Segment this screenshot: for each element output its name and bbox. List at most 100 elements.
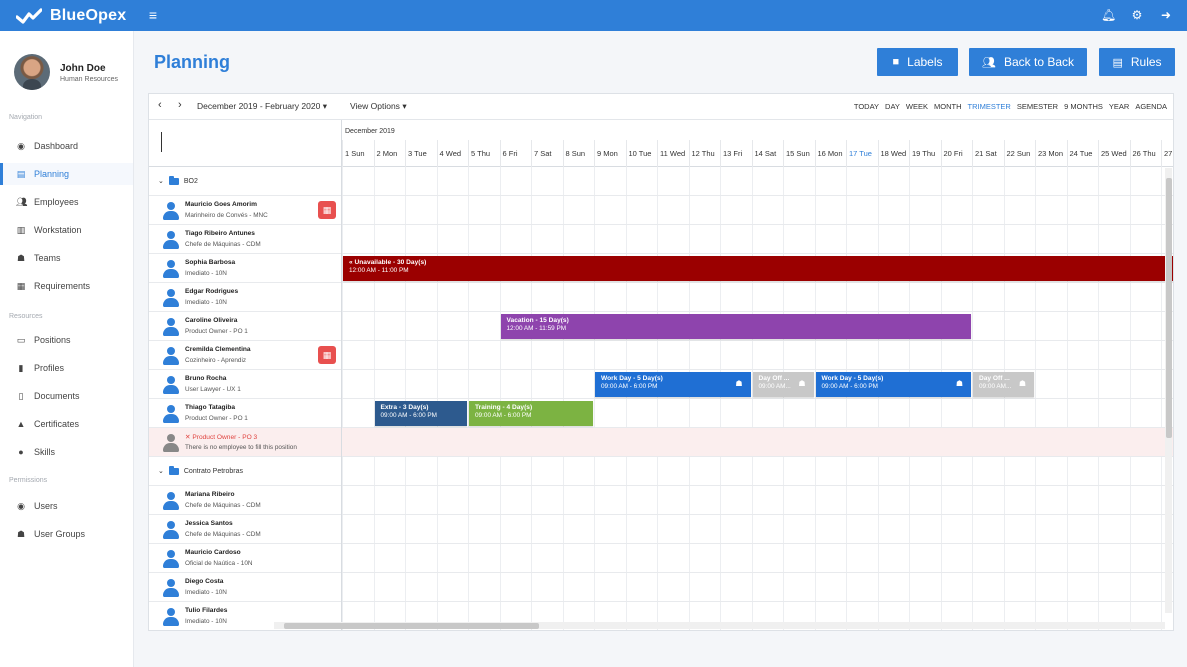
sidebar: John Doe Human Resources Navigation ◉ Dash…: [0, 31, 134, 667]
chevron-down-icon[interactable]: ⌄: [158, 467, 164, 475]
rules-button[interactable]: ▤ Rules: [1099, 48, 1175, 76]
sidebar-item-profiles[interactable]: ▮ Profiles: [0, 357, 133, 379]
group-header[interactable]: ⌄ Contrato Petrobras: [158, 465, 243, 475]
sidebar-item-user-groups[interactable]: ☗ User Groups: [0, 523, 133, 545]
timeline-row[interactable]: [342, 428, 1173, 457]
user-profile[interactable]: John Doe Human Resources: [14, 54, 129, 94]
employee-name: Edgar Rodrigues: [185, 288, 239, 295]
calendar-icon[interactable]: ▦: [318, 201, 336, 219]
schedule-event[interactable]: Extra - 3 Day(s) 09:00 AM - 6:00 PM: [374, 401, 467, 426]
timeline-row[interactable]: [342, 486, 1173, 515]
resource-row[interactable]: ✕ Product Owner - PO 3 There is no employ…: [149, 428, 341, 457]
day-header: 1 Sun 2 Mon 3 Tue 4 Wed 5 Thu 6 Fri 7 Sat 8 Sun…: [342, 140, 1173, 167]
person-icon: [162, 347, 180, 365]
schedule-event[interactable]: Work Day - 5 Day(s) 09:00 AM - 6:00 PM ☗: [595, 372, 751, 397]
resource-row[interactable]: Edgar Rodrigues Imediato - 10N: [149, 283, 341, 312]
sidebar-item-dashboard[interactable]: ◉ Dashboard: [0, 135, 133, 157]
resource-row[interactable]: Diego Costa Imediato - 10N: [149, 573, 341, 602]
day-header-cell: 4 Wed: [436, 140, 469, 167]
timeline-row[interactable]: [342, 196, 1173, 225]
timeline-row[interactable]: [342, 167, 1173, 196]
timeline-row[interactable]: [342, 225, 1173, 254]
day-header-cell: 20 Fri: [940, 140, 973, 167]
app-logo[interactable]: BlueOpex: [16, 5, 126, 27]
view-options-dropdown[interactable]: View Options ▾: [350, 101, 407, 112]
gear-icon[interactable]: ⚙: [1130, 7, 1144, 23]
nav-section-navigation: Navigation: [9, 114, 43, 121]
group-header[interactable]: ⌄ BO2: [158, 175, 198, 185]
menu-toggle-icon[interactable]: ≡: [146, 7, 160, 23]
prev-icon[interactable]: ‹: [158, 99, 162, 111]
sidebar-item-certificates[interactable]: ▲ Certificates: [0, 413, 133, 435]
sidebar-item-workstation[interactable]: ▥ Workstation: [0, 219, 133, 241]
sidebar-item-requirements[interactable]: ▦ Requirements: [0, 275, 133, 297]
timeline-row[interactable]: [342, 573, 1173, 602]
employee-role: There is no employee to fill this positi…: [185, 444, 297, 451]
view-trimester[interactable]: TRIMESTER: [968, 102, 1011, 111]
vertical-scrollbar[interactable]: [1165, 168, 1172, 613]
dashboard-icon: ◉: [17, 140, 25, 151]
sidebar-item-users[interactable]: ◉ Users: [0, 495, 133, 517]
view-today[interactable]: TODAY: [854, 102, 879, 111]
sidebar-item-skills[interactable]: ● Skills: [0, 441, 133, 463]
schedule-event[interactable]: Training - 4 Day(s) 09:00 AM - 6:00 PM: [469, 401, 593, 426]
timeline-row[interactable]: [342, 515, 1173, 544]
schedule-event[interactable]: Day Off ... 09:00 AM... ☗: [752, 372, 814, 397]
employee-role: Oficial de Naútica - 10N: [185, 560, 253, 567]
timeline-row[interactable]: [342, 283, 1173, 312]
teams-icon: ☗: [16, 252, 26, 263]
resource-row[interactable]: Bruno Rocha User Lawyer - UX 1: [149, 370, 341, 399]
day-header-cell: 9 Mon: [594, 140, 626, 167]
view-day[interactable]: DAY: [885, 102, 900, 111]
calendar-icon[interactable]: ▦: [318, 346, 336, 364]
sidebar-item-label: Employees: [34, 197, 79, 207]
horizontal-scrollbar[interactable]: [274, 622, 1165, 629]
timeline-row[interactable]: [342, 457, 1173, 486]
day-header-cell: 16 Mon: [814, 140, 847, 167]
schedule-event[interactable]: « Unavailable - 30 Day(s) 12:00 AM - 11:0…: [343, 256, 1173, 281]
schedule-event[interactable]: Day Off ... 09:00 AM... ☗: [973, 372, 1034, 397]
event-time: 09:00 AM...: [979, 383, 1012, 390]
sidebar-item-documents[interactable]: ▯ Documents: [0, 385, 133, 407]
view-semester[interactable]: SEMESTER: [1017, 102, 1058, 111]
employee-name: Mauricio Cardoso: [185, 549, 241, 556]
sidebar-item-planning[interactable]: ▤ Planning: [0, 163, 133, 185]
bell-icon[interactable]: 🔔︎: [1101, 7, 1116, 23]
resource-row[interactable]: Mauricio Goes Amorim Marinheiro de Convés…: [149, 196, 341, 225]
timeline-row[interactable]: [342, 341, 1173, 370]
resource-row[interactable]: Cremilda Clementina Cozinheiro - Aprendiz…: [149, 341, 341, 370]
view-9-months[interactable]: 9 MONTHS: [1064, 102, 1103, 111]
event-title: Extra - 3 Day(s): [380, 404, 429, 411]
resource-row[interactable]: Tiago Ribeiro Antunes Chefe de Máquinas -…: [149, 225, 341, 254]
employee-role: Imediato - 10N: [185, 299, 227, 306]
timeline-row[interactable]: [342, 544, 1173, 573]
sidebar-item-label: Requirements: [34, 281, 91, 291]
resource-row[interactable]: Caroline Oliveira Product Owner - PO 1: [149, 312, 341, 341]
chevron-down-icon[interactable]: ⌄: [158, 177, 164, 185]
next-icon[interactable]: ›: [178, 99, 182, 111]
group-icon: ☗: [955, 379, 963, 388]
labels-button[interactable]: ■ Labels: [877, 48, 958, 76]
view-week[interactable]: WEEK: [906, 102, 928, 111]
person-icon: [162, 521, 180, 539]
timeline-grid[interactable]: December 2019 1 Sun 2 Mon 3 Tue 4 Wed 5 Thu 6…: [342, 120, 1173, 630]
resource-row[interactable]: Sophia Barbosa Imediato - 10N: [149, 254, 341, 283]
view-year[interactable]: YEAR: [1109, 102, 1129, 111]
sidebar-item-employees[interactable]: 👥︎ Employees: [0, 191, 133, 213]
resource-search[interactable]: [149, 120, 341, 167]
sidebar-item-positions[interactable]: ▭ Positions: [0, 329, 133, 351]
view-month[interactable]: MONTH: [934, 102, 962, 111]
day-header-cell: 21 Sat: [972, 140, 1004, 167]
back-to-back-button[interactable]: 👥︎ Back to Back: [969, 48, 1087, 76]
date-range-select[interactable]: December 2019 - February 2020 ▾: [197, 101, 327, 112]
resource-row[interactable]: Jessica Santos Chefe de Máquinas - CDM: [149, 515, 341, 544]
schedule-event[interactable]: Work Day - 5 Day(s) 09:00 AM - 6:00 PM ☗: [815, 372, 971, 397]
resource-row[interactable]: Thiago Tatagiba Product Owner - PO 1: [149, 399, 341, 428]
logout-icon[interactable]: ➜: [1159, 7, 1173, 23]
view-agenda[interactable]: AGENDA: [1135, 102, 1167, 111]
resource-row[interactable]: Mauricio Cardoso Oficial de Naútica - 10N: [149, 544, 341, 573]
schedule-event[interactable]: Vacation - 15 Day(s) 12:00 AM - 11:59 PM: [500, 314, 971, 339]
sidebar-item-teams[interactable]: ☗ Teams: [0, 247, 133, 269]
back-to-back-label: Back to Back: [1003, 55, 1074, 69]
resource-row[interactable]: Mariana Ribeiro Chefe de Máquinas - CDM: [149, 486, 341, 515]
